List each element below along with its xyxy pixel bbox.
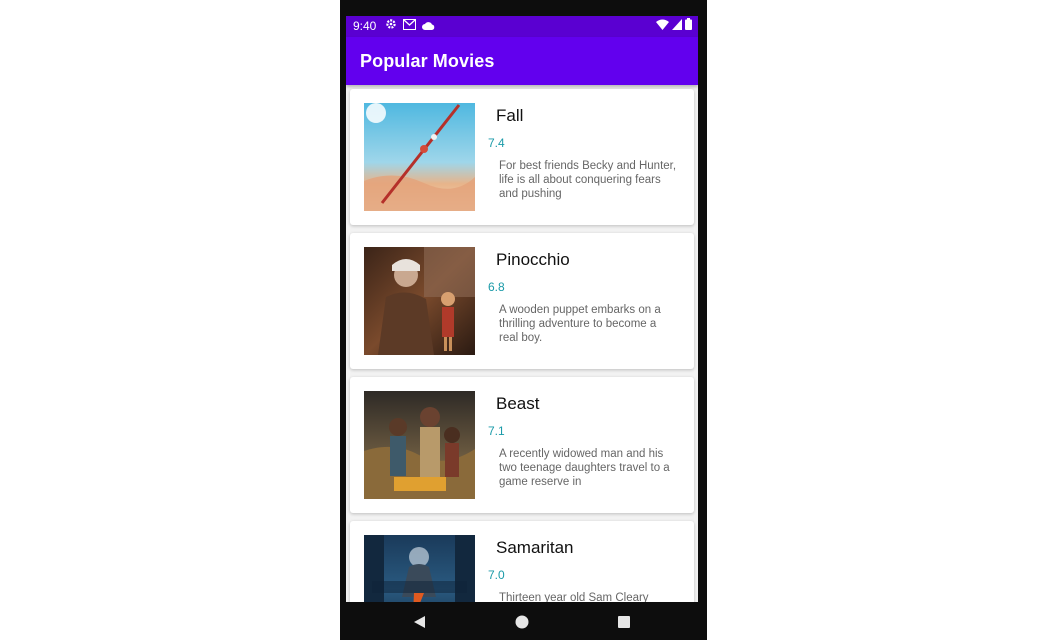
movie-overview: For best friends Becky and Hunter, life …: [499, 160, 677, 200]
movie-title: Fall: [496, 106, 524, 125]
home-icon[interactable]: [514, 614, 530, 630]
movie-title: Beast: [496, 394, 540, 413]
back-icon[interactable]: [412, 614, 428, 630]
movie-list[interactable]: Fall 7.4 For best friends Becky and Hunt…: [346, 85, 698, 602]
system-navigation-bar: [340, 602, 707, 640]
wifi-icon: [656, 16, 669, 37]
movie-rating: 6.8: [488, 280, 505, 294]
movie-poster: [364, 391, 475, 499]
gear-icon: [385, 16, 397, 37]
gmail-icon: [403, 16, 416, 37]
movie-poster: [364, 103, 475, 211]
movie-rating: 7.1: [488, 424, 505, 438]
movie-poster: [364, 247, 475, 355]
phone-frame: 9:40 Popular Movies Fall 7.4 For best fr…: [340, 0, 707, 640]
movie-card[interactable]: Pinocchio 6.8 A wooden puppet embarks on…: [350, 233, 694, 369]
status-time: 9:40: [353, 19, 377, 33]
screen: 9:40 Popular Movies Fall 7.4 For best fr…: [346, 16, 698, 602]
app-bar: Popular Movies: [346, 37, 698, 85]
movie-card[interactable]: Samaritan 7.0 Thirteen year old Sam Clea…: [350, 521, 694, 602]
movie-title: Pinocchio: [496, 250, 570, 269]
recents-icon[interactable]: [616, 614, 632, 630]
page-title: Popular Movies: [360, 51, 495, 71]
status-system-icons: [656, 18, 692, 33]
movie-overview: Thirteen year old Sam Cleary: [499, 592, 649, 602]
battery-icon: [685, 16, 692, 37]
movie-card[interactable]: Beast 7.1 A recently widowed man and his…: [350, 377, 694, 513]
movie-rating: 7.4: [488, 136, 505, 150]
movie-overview: A wooden puppet embarks on a thrilling a…: [499, 304, 661, 344]
signal-icon: [672, 16, 682, 37]
status-bar: 9:40: [346, 16, 698, 37]
movie-rating: 7.0: [488, 568, 505, 582]
movie-overview: A recently widowed man and his two teena…: [499, 448, 670, 488]
movie-card[interactable]: Fall 7.4 For best friends Becky and Hunt…: [350, 89, 694, 225]
cloud-icon: [422, 16, 435, 37]
movie-poster: [364, 535, 475, 602]
movie-title: Samaritan: [496, 538, 574, 557]
status-notification-icons: [385, 19, 435, 33]
